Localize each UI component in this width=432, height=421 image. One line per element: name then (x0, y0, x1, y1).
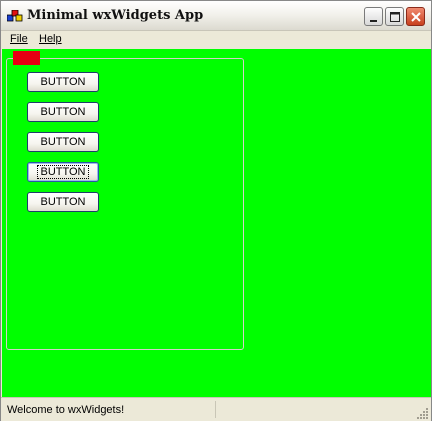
minimize-icon (370, 20, 377, 22)
menu-file[interactable]: File (10, 33, 28, 45)
status-pane-main: Welcome to wxWidgets! (3, 401, 216, 418)
status-text: Welcome to wxWidgets! (7, 404, 125, 416)
menu-help[interactable]: Help (39, 33, 62, 45)
status-bar: Welcome to wxWidgets! (1, 397, 431, 421)
close-icon (411, 12, 421, 22)
title-bar[interactable]: Minimal wxWidgets App (1, 1, 431, 31)
window-title: Minimal wxWidgets App (27, 8, 204, 23)
resize-grip-icon[interactable] (417, 407, 429, 419)
client-area: BUTTON BUTTON BUTTON BUTTON BUTTON (2, 49, 431, 397)
minimize-button[interactable] (364, 7, 383, 26)
maximize-button[interactable] (385, 7, 404, 26)
wx-app-icon[interactable] (6, 9, 23, 23)
maximize-icon (390, 12, 400, 22)
close-button[interactable] (406, 7, 425, 26)
button-1[interactable]: BUTTON (27, 72, 99, 92)
button-3[interactable]: BUTTON (27, 132, 99, 152)
button-4-focused[interactable]: BUTTON (27, 162, 99, 182)
menu-bar: File Help (1, 31, 431, 49)
app-window: Minimal wxWidgets App File Help BUTTON B… (0, 0, 432, 421)
status-pane-secondary (218, 401, 414, 418)
button-5[interactable]: BUTTON (27, 192, 99, 212)
red-block (13, 51, 40, 65)
button-2[interactable]: BUTTON (27, 102, 99, 122)
